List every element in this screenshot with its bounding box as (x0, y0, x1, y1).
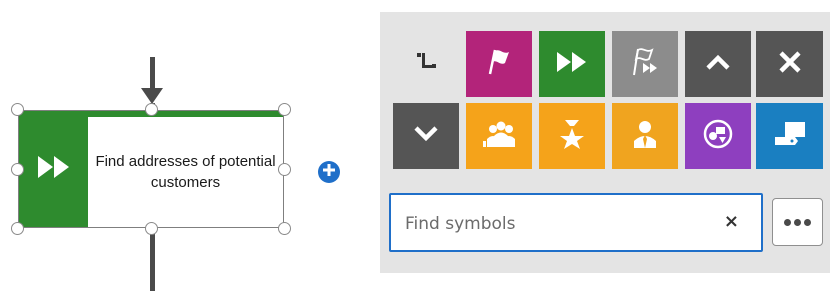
ellipsis-icon-dot (794, 218, 801, 226)
close-icon (778, 50, 802, 79)
connection-tool-tile[interactable] (393, 31, 459, 97)
more-options-button[interactable] (772, 198, 823, 246)
fast-forward-icon (555, 50, 589, 79)
function-activity[interactable]: Find addresses of potential customers (18, 110, 284, 228)
fast-forward-icon (36, 154, 72, 185)
activity-label: Find addresses of potential customers (95, 153, 276, 191)
resize-handle-middle-right[interactable] (278, 163, 291, 176)
application-tile[interactable] (685, 103, 751, 169)
activity-type-band (19, 111, 88, 227)
resize-handle-top-middle[interactable] (145, 103, 158, 116)
chevron-down-icon (413, 125, 439, 148)
resize-handle-bottom-middle[interactable] (145, 222, 158, 235)
clear-search-icon[interactable]: × (724, 212, 739, 232)
group-icon (479, 119, 519, 154)
close-tile[interactable] (756, 31, 823, 97)
process-interface-tile[interactable] (612, 31, 678, 97)
flag-icon (483, 46, 515, 83)
application-icon (702, 118, 734, 155)
incoming-connector-line (150, 57, 155, 89)
role-star-icon (557, 118, 587, 155)
it-system-icon (771, 119, 809, 154)
scroll-up-tile[interactable] (685, 31, 751, 97)
ellipsis-icon-dot (784, 218, 791, 226)
resize-handle-top-right[interactable] (278, 103, 291, 116)
function-tile[interactable] (539, 31, 605, 97)
scroll-down-tile[interactable] (393, 103, 459, 169)
resize-handle-bottom-right[interactable] (278, 222, 291, 235)
group-tile[interactable] (466, 103, 532, 169)
outgoing-connector-line (150, 228, 155, 291)
role-tile[interactable] (539, 103, 605, 169)
ellipsis-icon-dot (804, 218, 811, 226)
event-tile[interactable] (466, 31, 532, 97)
person-tile[interactable] (612, 103, 678, 169)
chevron-up-icon (705, 53, 731, 76)
symbol-search-field[interactable]: × (389, 193, 763, 252)
incoming-arrow-head (141, 88, 163, 104)
resize-handle-middle-left[interactable] (11, 163, 24, 176)
it-system-tile[interactable] (756, 103, 823, 169)
search-input[interactable] (403, 195, 707, 252)
connector-icon (412, 48, 440, 81)
resize-handle-bottom-left[interactable] (11, 222, 24, 235)
add-symbol-button[interactable] (318, 161, 340, 183)
resize-handle-top-left[interactable] (11, 103, 24, 116)
person-icon (631, 119, 659, 154)
flag-forward-icon (628, 45, 662, 84)
plus-icon (323, 163, 335, 181)
